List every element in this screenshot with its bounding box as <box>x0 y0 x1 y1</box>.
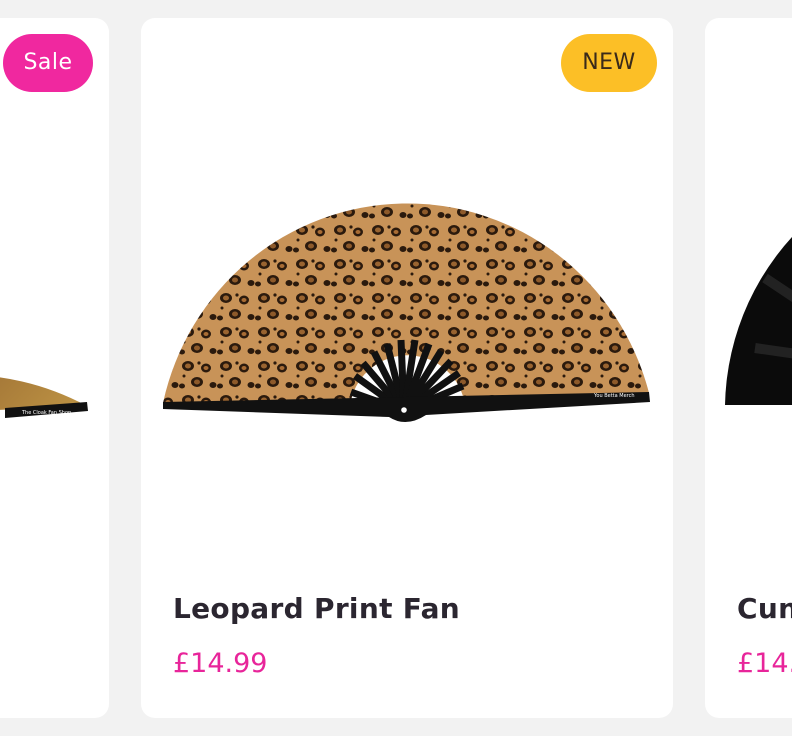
product-image[interactable]: The Cloak Fan Shop <box>0 18 109 538</box>
product-carousel: The Cloak Fan Shop Sale You Betta Merch … <box>0 0 792 736</box>
product-price: £14.9 <box>737 648 792 679</box>
sale-badge: Sale <box>3 34 93 92</box>
product-title[interactable]: Cun <box>737 592 792 625</box>
product-card[interactable]: Cun £14.9 <box>705 18 792 718</box>
product-image[interactable] <box>705 18 792 538</box>
new-badge: NEW <box>561 34 657 92</box>
product-title[interactable]: Leopard Print Fan <box>173 592 460 625</box>
fan-brand-text: The Cloak Fan Shop <box>21 410 71 416</box>
product-price: £14.99 <box>173 648 268 679</box>
product-image[interactable]: You Betta Merch <box>141 18 673 538</box>
product-card[interactable]: The Cloak Fan Shop Sale <box>0 18 109 718</box>
product-card-leopard[interactable]: You Betta Merch NEW Leopard Print Fan £1… <box>141 18 673 718</box>
fan-brand-text: You Betta Merch <box>593 393 635 399</box>
